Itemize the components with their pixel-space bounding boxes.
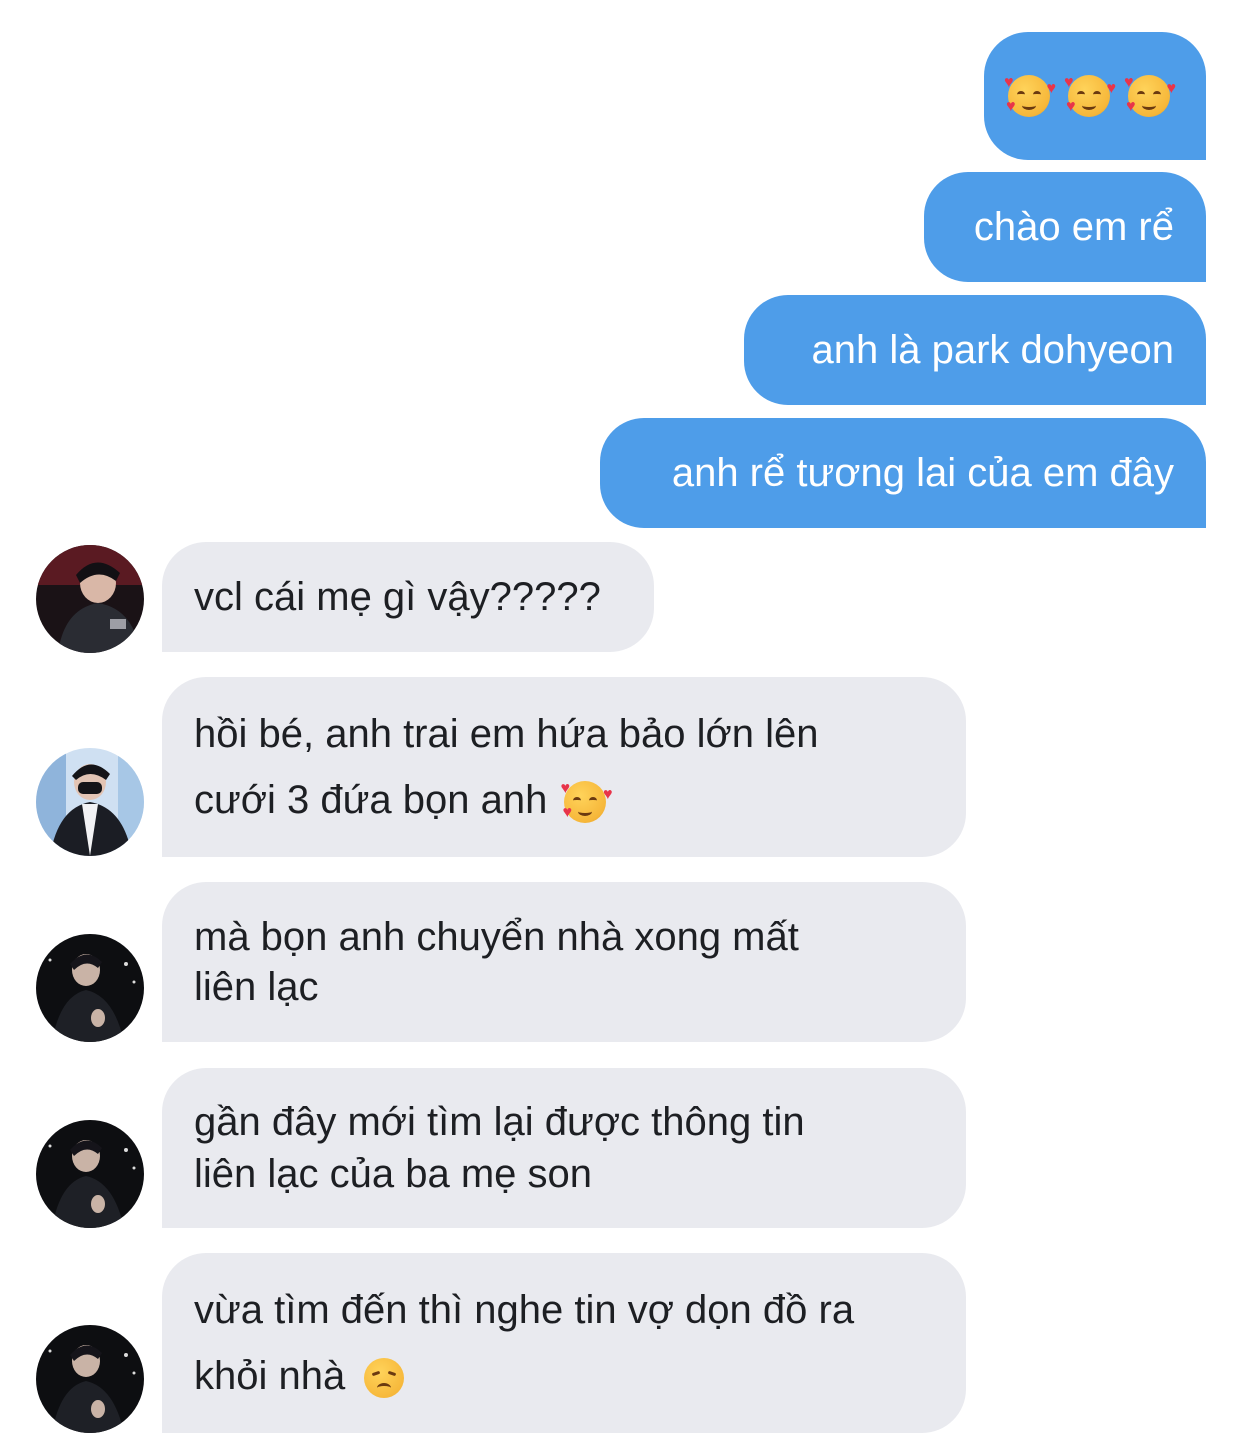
avatar-player-red-icon — [36, 545, 144, 653]
avatar-dark-suit-icon — [36, 1120, 144, 1228]
message-line: mà bọn anh chuyển nhà xong mất — [194, 915, 799, 959]
smiling-face-with-hearts-icon: ♥ ♥ ♥ — [1124, 74, 1176, 117]
smiling-face-with-hearts-icon: ♥ ♥ ♥ — [1004, 74, 1056, 117]
message-line: hồi bé, anh trai em hứa bảo lớn lên — [194, 712, 819, 756]
incoming-message[interactable]: gần đây mới tìm lại được thông tin liên … — [162, 1068, 966, 1228]
message-text: vừa tìm đến thì nghe tin vợ dọn đồ ra kh… — [194, 1277, 854, 1409]
avatar[interactable] — [36, 1120, 144, 1228]
message-text: chào em rể — [973, 205, 1174, 249]
message-line: liên lạc — [194, 965, 319, 1009]
avatar[interactable] — [36, 934, 144, 1042]
incoming-message[interactable]: mà bọn anh chuyển nhà xong mất liên lạc — [162, 882, 966, 1042]
message-text: vcl cái mẹ gì vậy????? — [194, 575, 601, 619]
message-line: liên lạc của ba mẹ son — [194, 1152, 593, 1196]
disappointed-face-icon — [364, 1358, 405, 1399]
message-text: gần đây mới tìm lại được thông tin liên … — [194, 1096, 805, 1200]
outgoing-message[interactable]: chào em rể — [924, 172, 1206, 282]
smiling-face-with-hearts-icon: ♥ ♥ ♥ — [1064, 74, 1116, 117]
incoming-message[interactable]: vcl cái mẹ gì vậy????? — [162, 542, 654, 652]
incoming-message[interactable]: vừa tìm đến thì nghe tin vợ dọn đồ ra kh… — [162, 1253, 966, 1433]
smiling-face-with-hearts-icon: ♥ ♥ ♥ — [560, 780, 613, 824]
message-text: anh là park dohyeon — [811, 328, 1175, 372]
message-line: gần đây mới tìm lại được thông tin — [194, 1100, 805, 1144]
avatar[interactable] — [36, 748, 144, 856]
avatar-dark-suit-icon — [36, 934, 144, 1042]
message-line: cưới 3 đứa bọn anh — [194, 778, 548, 822]
avatar-masked-blue-icon — [36, 748, 144, 856]
outgoing-message-emoji[interactable]: ♥ ♥ ♥ ♥ ♥ ♥ ♥ ♥ ♥ — [984, 32, 1206, 160]
message-line: khỏi nhà — [194, 1354, 346, 1398]
message-text: hồi bé, anh trai em hứa bảo lớn lên cưới… — [194, 701, 819, 833]
message-text: mà bọn anh chuyển nhà xong mất liên lạc — [194, 912, 799, 1012]
outgoing-message[interactable]: anh rể tương lai của em đây — [600, 418, 1206, 528]
outgoing-message[interactable]: anh là park dohyeon — [744, 295, 1206, 405]
avatar[interactable] — [36, 545, 144, 653]
emoji-row: ♥ ♥ ♥ ♥ ♥ ♥ ♥ ♥ ♥ — [1004, 74, 1176, 117]
avatar-dark-suit-icon — [36, 1325, 144, 1433]
avatar[interactable] — [36, 1325, 144, 1433]
incoming-message[interactable]: hồi bé, anh trai em hứa bảo lớn lên cưới… — [162, 677, 966, 857]
message-line: vừa tìm đến thì nghe tin vợ dọn đồ ra — [194, 1288, 855, 1332]
chat-thread: ♥ ♥ ♥ ♥ ♥ ♥ ♥ ♥ ♥ chào em rể anh là park dohye… — [0, 0, 1242, 1442]
message-text: anh rể tương lai của em đây — [671, 451, 1174, 495]
